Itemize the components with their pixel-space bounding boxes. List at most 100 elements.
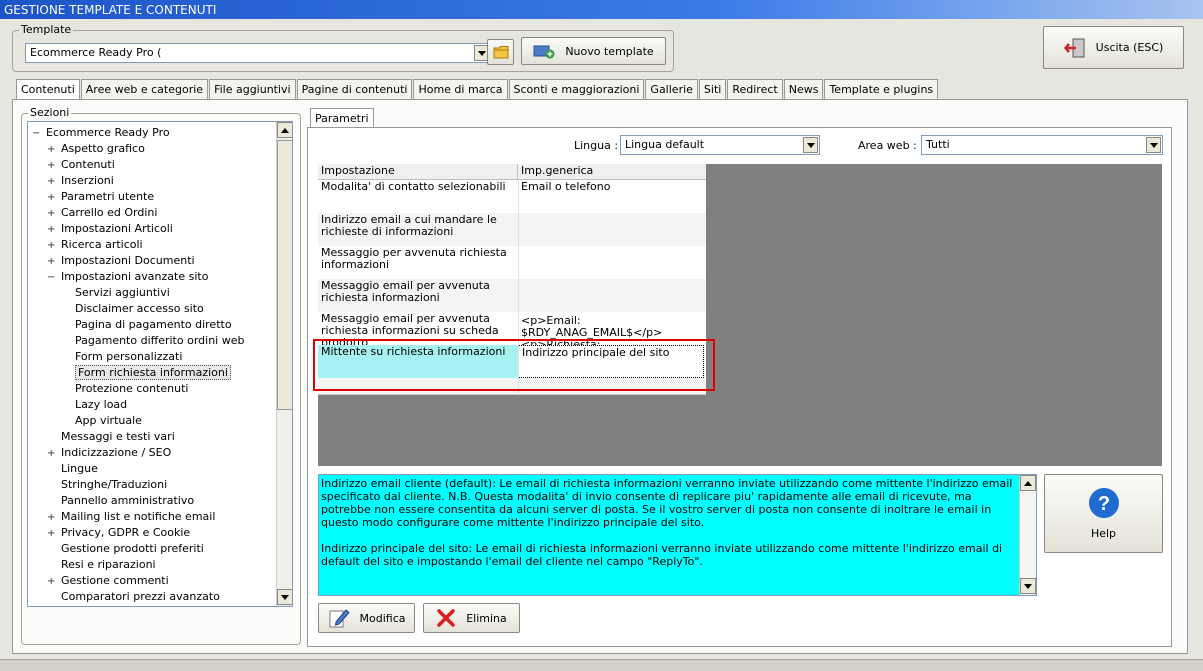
tree-item[interactable]: + Inserzioni	[47, 173, 114, 189]
area-web-select[interactable]: Tutti	[921, 135, 1163, 155]
tree-item[interactable]: + Impostazioni Articoli	[47, 221, 173, 237]
grid-header-setting[interactable]: Impostazione	[318, 164, 518, 180]
tree-item[interactable]: + Parametri utente	[47, 189, 154, 205]
tab-sconti[interactable]: Sconti e maggiorazioni	[508, 79, 645, 99]
tree-item[interactable]: Protezione contenuti	[75, 381, 188, 397]
tree-item[interactable]: Stringhe/Traduzioni	[47, 477, 167, 493]
expand-icon[interactable]: +	[47, 238, 56, 254]
tree-item[interactable]: + Privacy, GDPR e Cookie	[47, 525, 190, 541]
tree-item[interactable]: + Aspetto grafico	[47, 141, 145, 157]
tree-item-label: Servizi aggiuntivi	[75, 286, 170, 299]
scroll-down-icon[interactable]	[1020, 578, 1036, 594]
tree-item[interactable]: + Ricerca articoli	[47, 237, 143, 253]
tree-item[interactable]: Form richiesta informazioni	[75, 365, 231, 381]
scroll-down-icon[interactable]	[277, 589, 292, 605]
grid-row-setting[interactable]: Modalita' di contatto selezionabili	[318, 180, 518, 213]
tree-item[interactable]: + Gestione commenti	[47, 573, 169, 589]
tree-item[interactable]: − Ecommerce Ready Pro	[32, 125, 170, 141]
tree-item[interactable]: + Impostazioni Documenti	[47, 253, 195, 269]
expand-icon[interactable]: +	[47, 190, 56, 206]
expand-icon[interactable]: +	[47, 206, 56, 222]
tab-parametri[interactable]: Parametri	[310, 108, 374, 129]
new-template-label: Nuovo template	[565, 44, 654, 58]
expand-icon[interactable]: +	[47, 142, 56, 158]
description-scrollbar[interactable]	[1019, 475, 1036, 595]
scroll-up-icon[interactable]	[277, 122, 292, 138]
tree-item[interactable]: Resi e riparazioni	[47, 557, 156, 573]
grid-row-value[interactable]	[518, 246, 706, 279]
collapse-icon[interactable]: −	[47, 270, 56, 286]
tree-item[interactable]: Gestione prodotti preferiti	[47, 541, 204, 557]
question-mark-icon: ?	[1088, 488, 1119, 518]
grid-row-value[interactable]: Email o telefono	[518, 180, 706, 213]
grid-row-setting[interactable]: Messaggio email per avvenuta richiesta i…	[318, 279, 518, 312]
tree-item[interactable]: Form personalizzati	[75, 349, 182, 365]
tree-item[interactable]: Pagina di pagamento diretto	[75, 317, 232, 333]
tree-item[interactable]: Pagamento differito ordini web	[75, 333, 244, 349]
tree-item-label: App virtuale	[75, 414, 142, 427]
expand-icon[interactable]: +	[47, 222, 56, 238]
highlight-box	[313, 339, 715, 391]
tree-item[interactable]: Lazy load	[75, 397, 127, 413]
tree-item-label: Gestione prodotti preferiti	[61, 542, 204, 555]
help-button[interactable]: ? Help	[1044, 474, 1163, 553]
lingua-select[interactable]: Lingua default	[620, 135, 820, 155]
tab-news[interactable]: News	[783, 79, 824, 99]
tab-template-plugins[interactable]: Template e plugins	[824, 79, 939, 99]
tab-aree-web[interactable]: Aree web e categorie	[80, 79, 209, 99]
grid-row-setting[interactable]: Messaggio per avvenuta richiesta informa…	[318, 246, 518, 279]
tree-item[interactable]: + Contenuti	[47, 157, 115, 173]
tab-siti[interactable]: Siti	[698, 79, 727, 99]
tab-pagine-contenuti[interactable]: Pagine di contenuti	[296, 79, 413, 99]
tree-item-label: Impostazioni Documenti	[61, 254, 195, 267]
grid-row-value[interactable]	[518, 213, 706, 246]
grid-row-setting[interactable]: Indirizzo email a cui mandare le richies…	[318, 213, 518, 246]
chevron-down-icon[interactable]	[803, 137, 818, 153]
template-select-value: Ecommerce Ready Pro (	[30, 46, 162, 59]
tab-contenuti[interactable]: Contenuti	[16, 79, 80, 100]
tree-item[interactable]: App virtuale	[75, 413, 142, 429]
tree-item[interactable]: Disclaimer accesso sito	[75, 301, 204, 317]
tree-item[interactable]: − Impostazioni avanzate sito	[47, 269, 208, 285]
expand-icon[interactable]: +	[47, 254, 56, 270]
tab-home-di-marca[interactable]: Home di marca	[413, 79, 508, 99]
area-web-value: Tutti	[926, 138, 950, 151]
new-template-icon	[533, 45, 555, 59]
tree-item[interactable]: + Carrello ed Ordini	[47, 205, 157, 221]
tree-item[interactable]: Lingue	[47, 461, 98, 477]
tab-file-aggiuntivi[interactable]: File aggiuntivi	[209, 79, 296, 99]
expand-icon[interactable]: +	[47, 510, 56, 526]
grid-header-value[interactable]: Imp.generica	[518, 164, 706, 180]
new-template-button[interactable]: Nuovo template	[521, 37, 666, 65]
modifica-button[interactable]: Modifica	[318, 603, 415, 633]
open-folder-button[interactable]	[487, 39, 514, 65]
tree-item[interactable]: Comparatori prezzi avanzato	[47, 589, 220, 605]
tab-gallerie[interactable]: Gallerie	[645, 79, 698, 99]
expand-icon[interactable]: +	[47, 526, 56, 542]
tree-item[interactable]: Messaggi e testi vari	[47, 429, 175, 445]
tree-item[interactable]: Pannello amministrativo	[47, 493, 194, 509]
expand-icon[interactable]: +	[47, 574, 56, 590]
tree-scrollbar[interactable]	[276, 122, 292, 606]
main-window: Template Ecommerce Ready Pro ( Nuovo tem…	[0, 19, 1203, 671]
scroll-thumb[interactable]	[277, 140, 292, 410]
chevron-down-icon[interactable]	[1146, 137, 1161, 153]
tree-item[interactable]: + Indicizzazione / SEO	[47, 445, 171, 461]
elimina-button[interactable]: Elimina	[423, 603, 520, 633]
expand-icon[interactable]: +	[47, 158, 56, 174]
scroll-up-icon[interactable]	[1020, 475, 1036, 491]
tab-redirect[interactable]: Redirect	[727, 79, 783, 99]
template-select[interactable]: Ecommerce Ready Pro (	[25, 43, 491, 63]
grid-row-value[interactable]	[518, 279, 706, 312]
tree-item-label: Inserzioni	[61, 174, 114, 187]
expand-icon[interactable]: +	[47, 446, 56, 462]
tree-item[interactable]: + Mailing list e notifiche email	[47, 509, 215, 525]
help-button-label: Help	[1090, 527, 1117, 540]
exit-button[interactable]: Uscita (ESC)	[1043, 26, 1184, 69]
tree-item[interactable]: Servizi aggiuntivi	[75, 285, 170, 301]
tree-item-label: Impostazioni avanzate sito	[61, 270, 209, 283]
lingua-label: Lingua :	[574, 139, 619, 152]
tree-item-label: Protezione contenuti	[75, 382, 189, 395]
expand-icon[interactable]: +	[47, 174, 56, 190]
collapse-icon[interactable]: −	[32, 126, 41, 142]
